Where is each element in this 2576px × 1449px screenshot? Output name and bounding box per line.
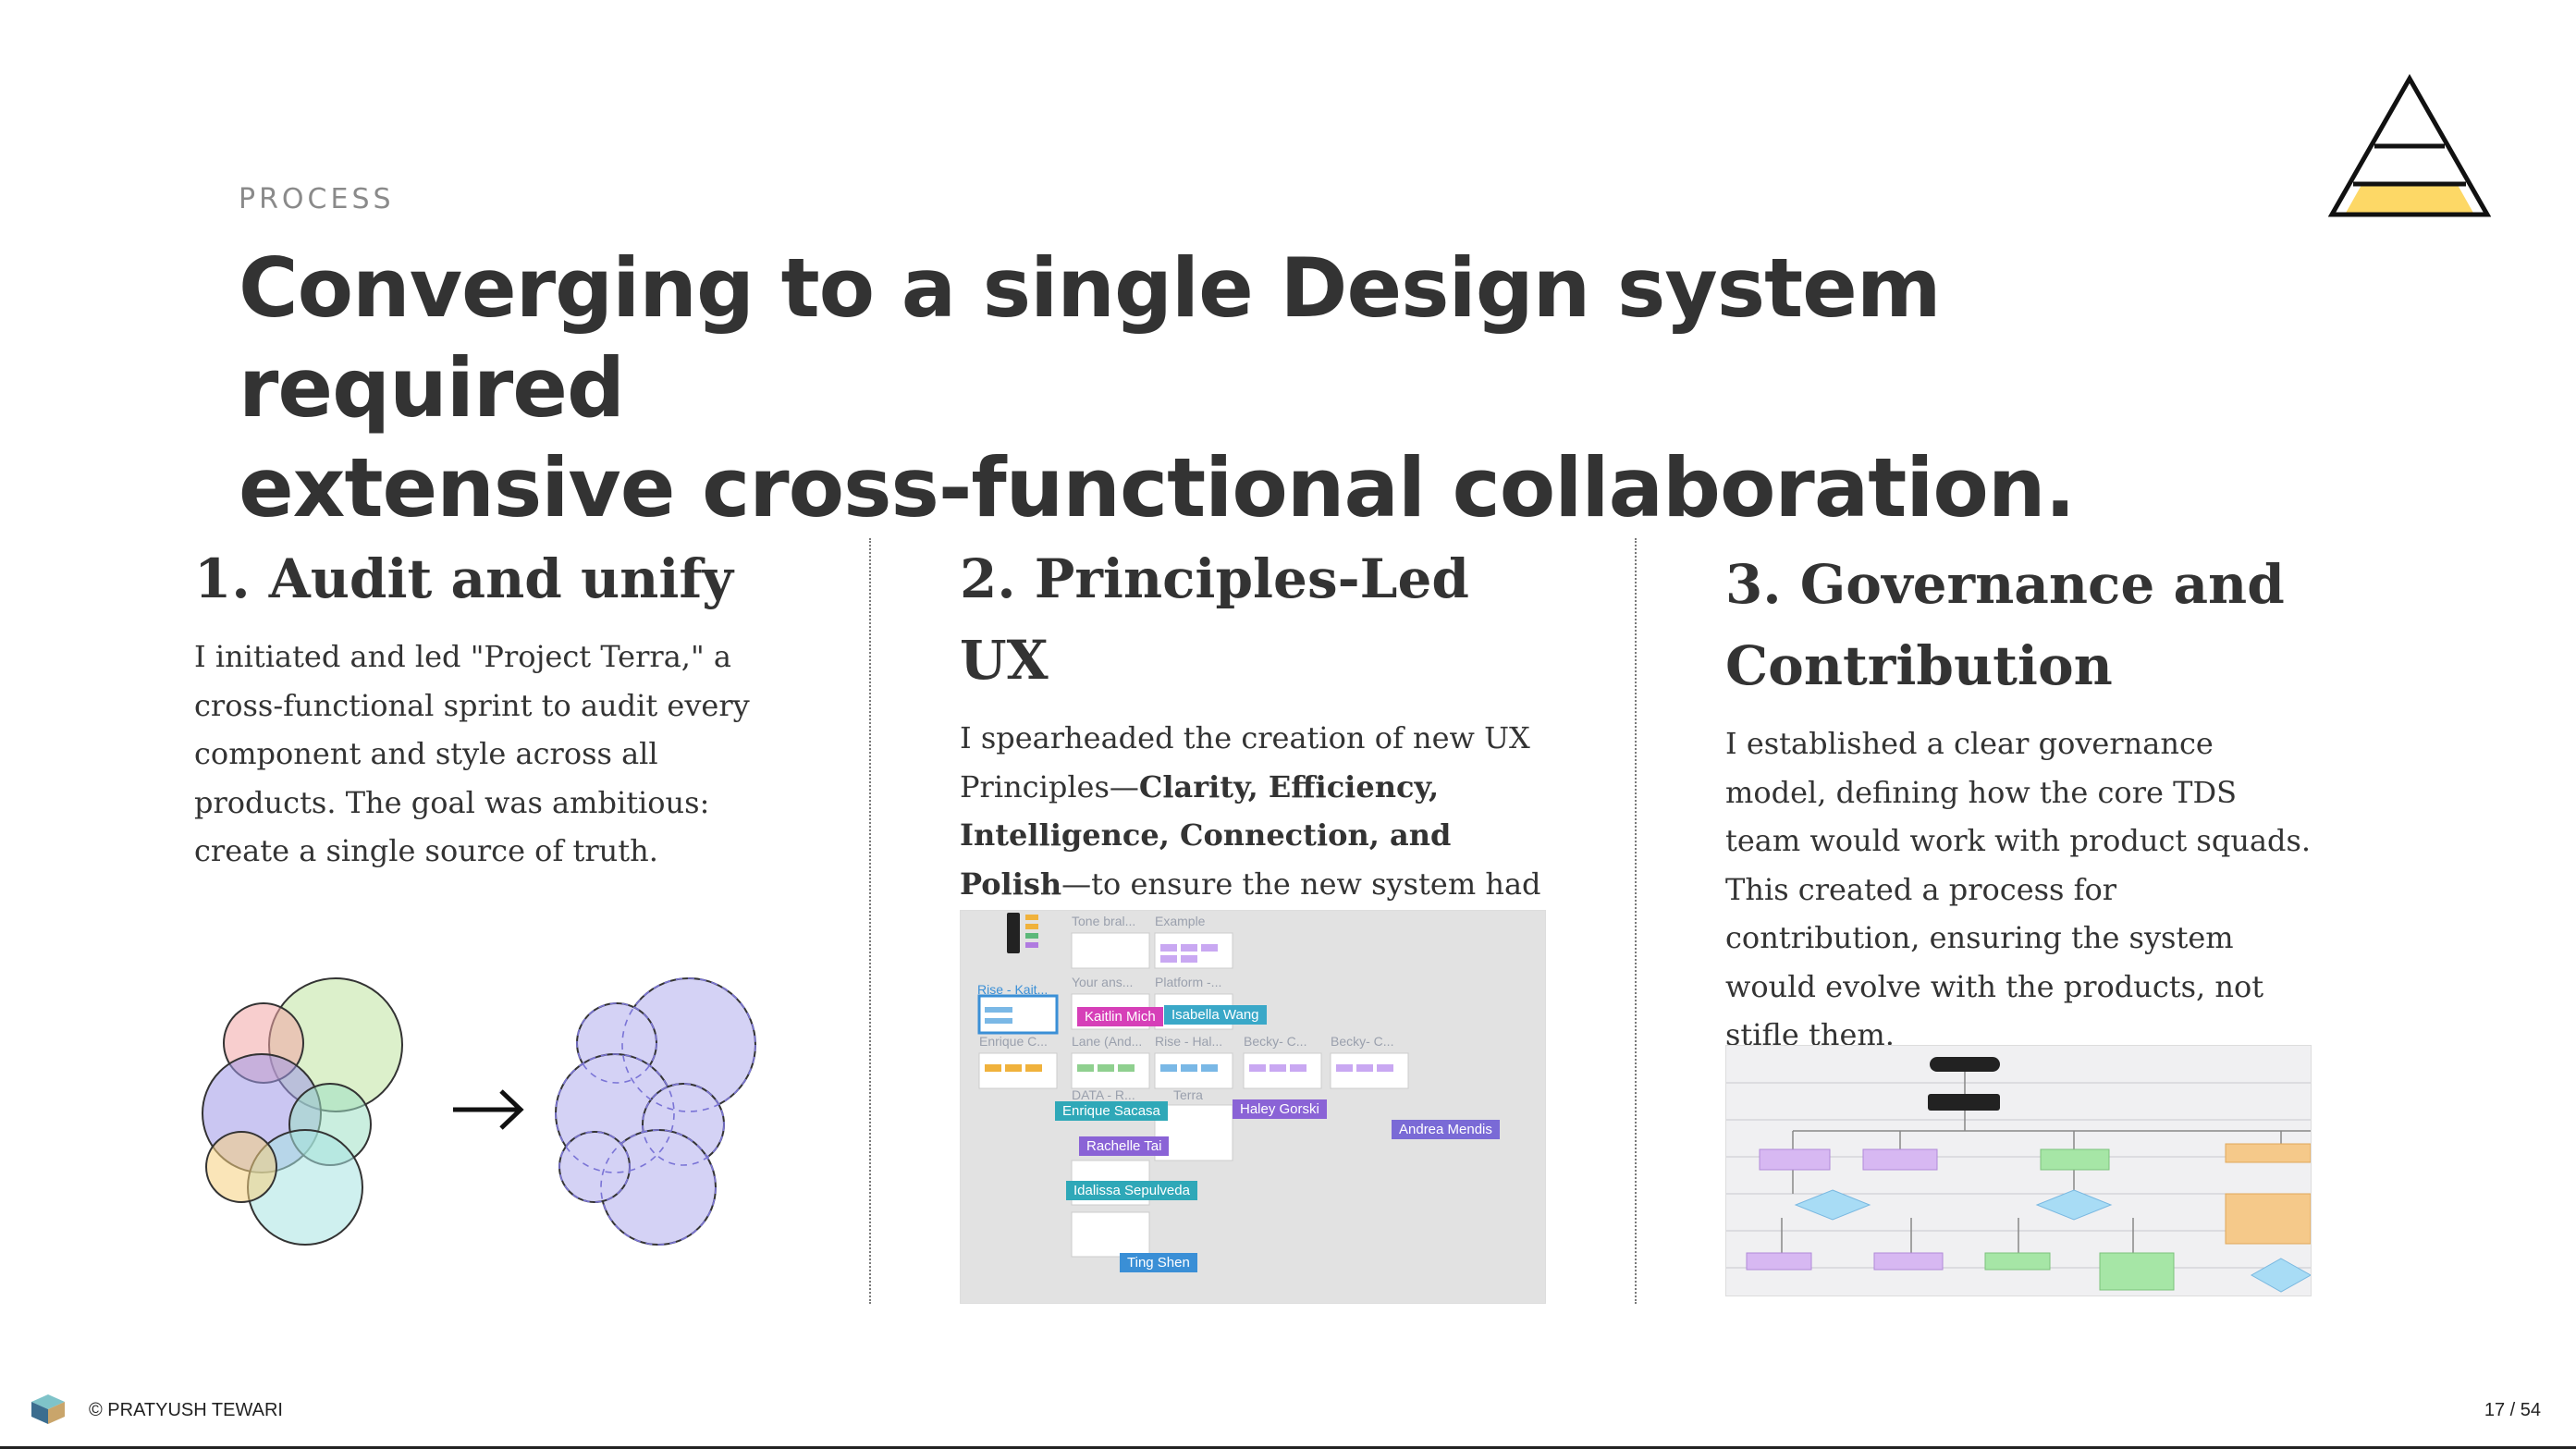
venn-merge-diagram — [202, 977, 756, 1246]
column-body: I initiated and led "Project Terra," a c… — [194, 639, 750, 868]
column-governance: 3. Governance and Contribution I establis… — [1725, 538, 2317, 1060]
column-divider — [869, 538, 871, 1304]
collaborator-cursor: Idalissa Sepulveda — [1066, 1181, 1197, 1200]
svg-text:DATA - R...: DATA - R... — [1072, 1087, 1135, 1102]
page-counter: 17 / 54 — [2484, 1400, 2541, 1420]
column-title: 2. Principles-Led UX — [960, 547, 1469, 692]
svg-text:Enrique C...: Enrique C... — [979, 1034, 1048, 1049]
title-line: 3. Governance and — [1725, 553, 2285, 616]
eyebrow-label: PROCESS — [239, 183, 395, 215]
column-body: I established a clear governance model, … — [1725, 726, 2312, 1052]
column-divider — [1635, 538, 1637, 1304]
collaborator-cursor: Kaitlin Mich — [1077, 1007, 1163, 1026]
column-audit: 1. Audit and unify I initiated and led "… — [194, 538, 786, 876]
arrow-right-icon — [453, 1089, 524, 1130]
column-title: 1. Audit and unify — [194, 547, 734, 610]
svg-text:Platform -...: Platform -... — [1155, 975, 1221, 989]
collaboration-board-screenshot: Tone bral... Example Your ans... Platfor… — [960, 910, 1546, 1304]
svg-text:Tone bral...: Tone bral... — [1072, 914, 1135, 928]
svg-text:Example: Example — [1155, 914, 1206, 928]
svg-text:Rise - Hal...: Rise - Hal... — [1155, 1034, 1222, 1049]
copyright-text: © PRATYUSH TEWARI — [89, 1400, 283, 1420]
title-line: Contribution — [1725, 634, 2113, 697]
headline-line-1: Converging to a single Design system req… — [239, 240, 1942, 436]
governance-flowchart-screenshot — [1725, 1045, 2312, 1296]
collaborator-cursor: Andrea Mendis — [1392, 1120, 1500, 1139]
pyramid-logo-icon — [2328, 74, 2491, 217]
svg-text:Becky- C...: Becky- C... — [1331, 1034, 1393, 1049]
page-headline: Converging to a single Design system req… — [239, 239, 2273, 538]
collaborator-cursor: Enrique Sacasa — [1055, 1101, 1168, 1121]
collaborator-cursor: Isabella Wang — [1164, 1005, 1267, 1025]
svg-text:Your ans...: Your ans... — [1072, 975, 1133, 989]
svg-text:Rise - Kait...: Rise - Kait... — [977, 982, 1048, 997]
svg-text:Lane (And...: Lane (And... — [1072, 1034, 1142, 1049]
column-title: 3. Governance and Contribution — [1725, 544, 2317, 706]
box-logo-icon — [31, 1394, 65, 1424]
svg-text:Terra: Terra — [1173, 1087, 1203, 1102]
svg-text:Becky- C...: Becky- C... — [1244, 1034, 1306, 1049]
collaborator-cursor: Rachelle Tai — [1079, 1136, 1170, 1156]
column-principles: 2. Principles-Led UX I spearheaded the c… — [960, 538, 1552, 957]
collaborator-cursor: Ting Shen — [1120, 1253, 1197, 1272]
collaborator-cursor: Haley Gorski — [1233, 1099, 1327, 1119]
headline-line-2: extensive cross-functional collaboration… — [239, 440, 2076, 535]
